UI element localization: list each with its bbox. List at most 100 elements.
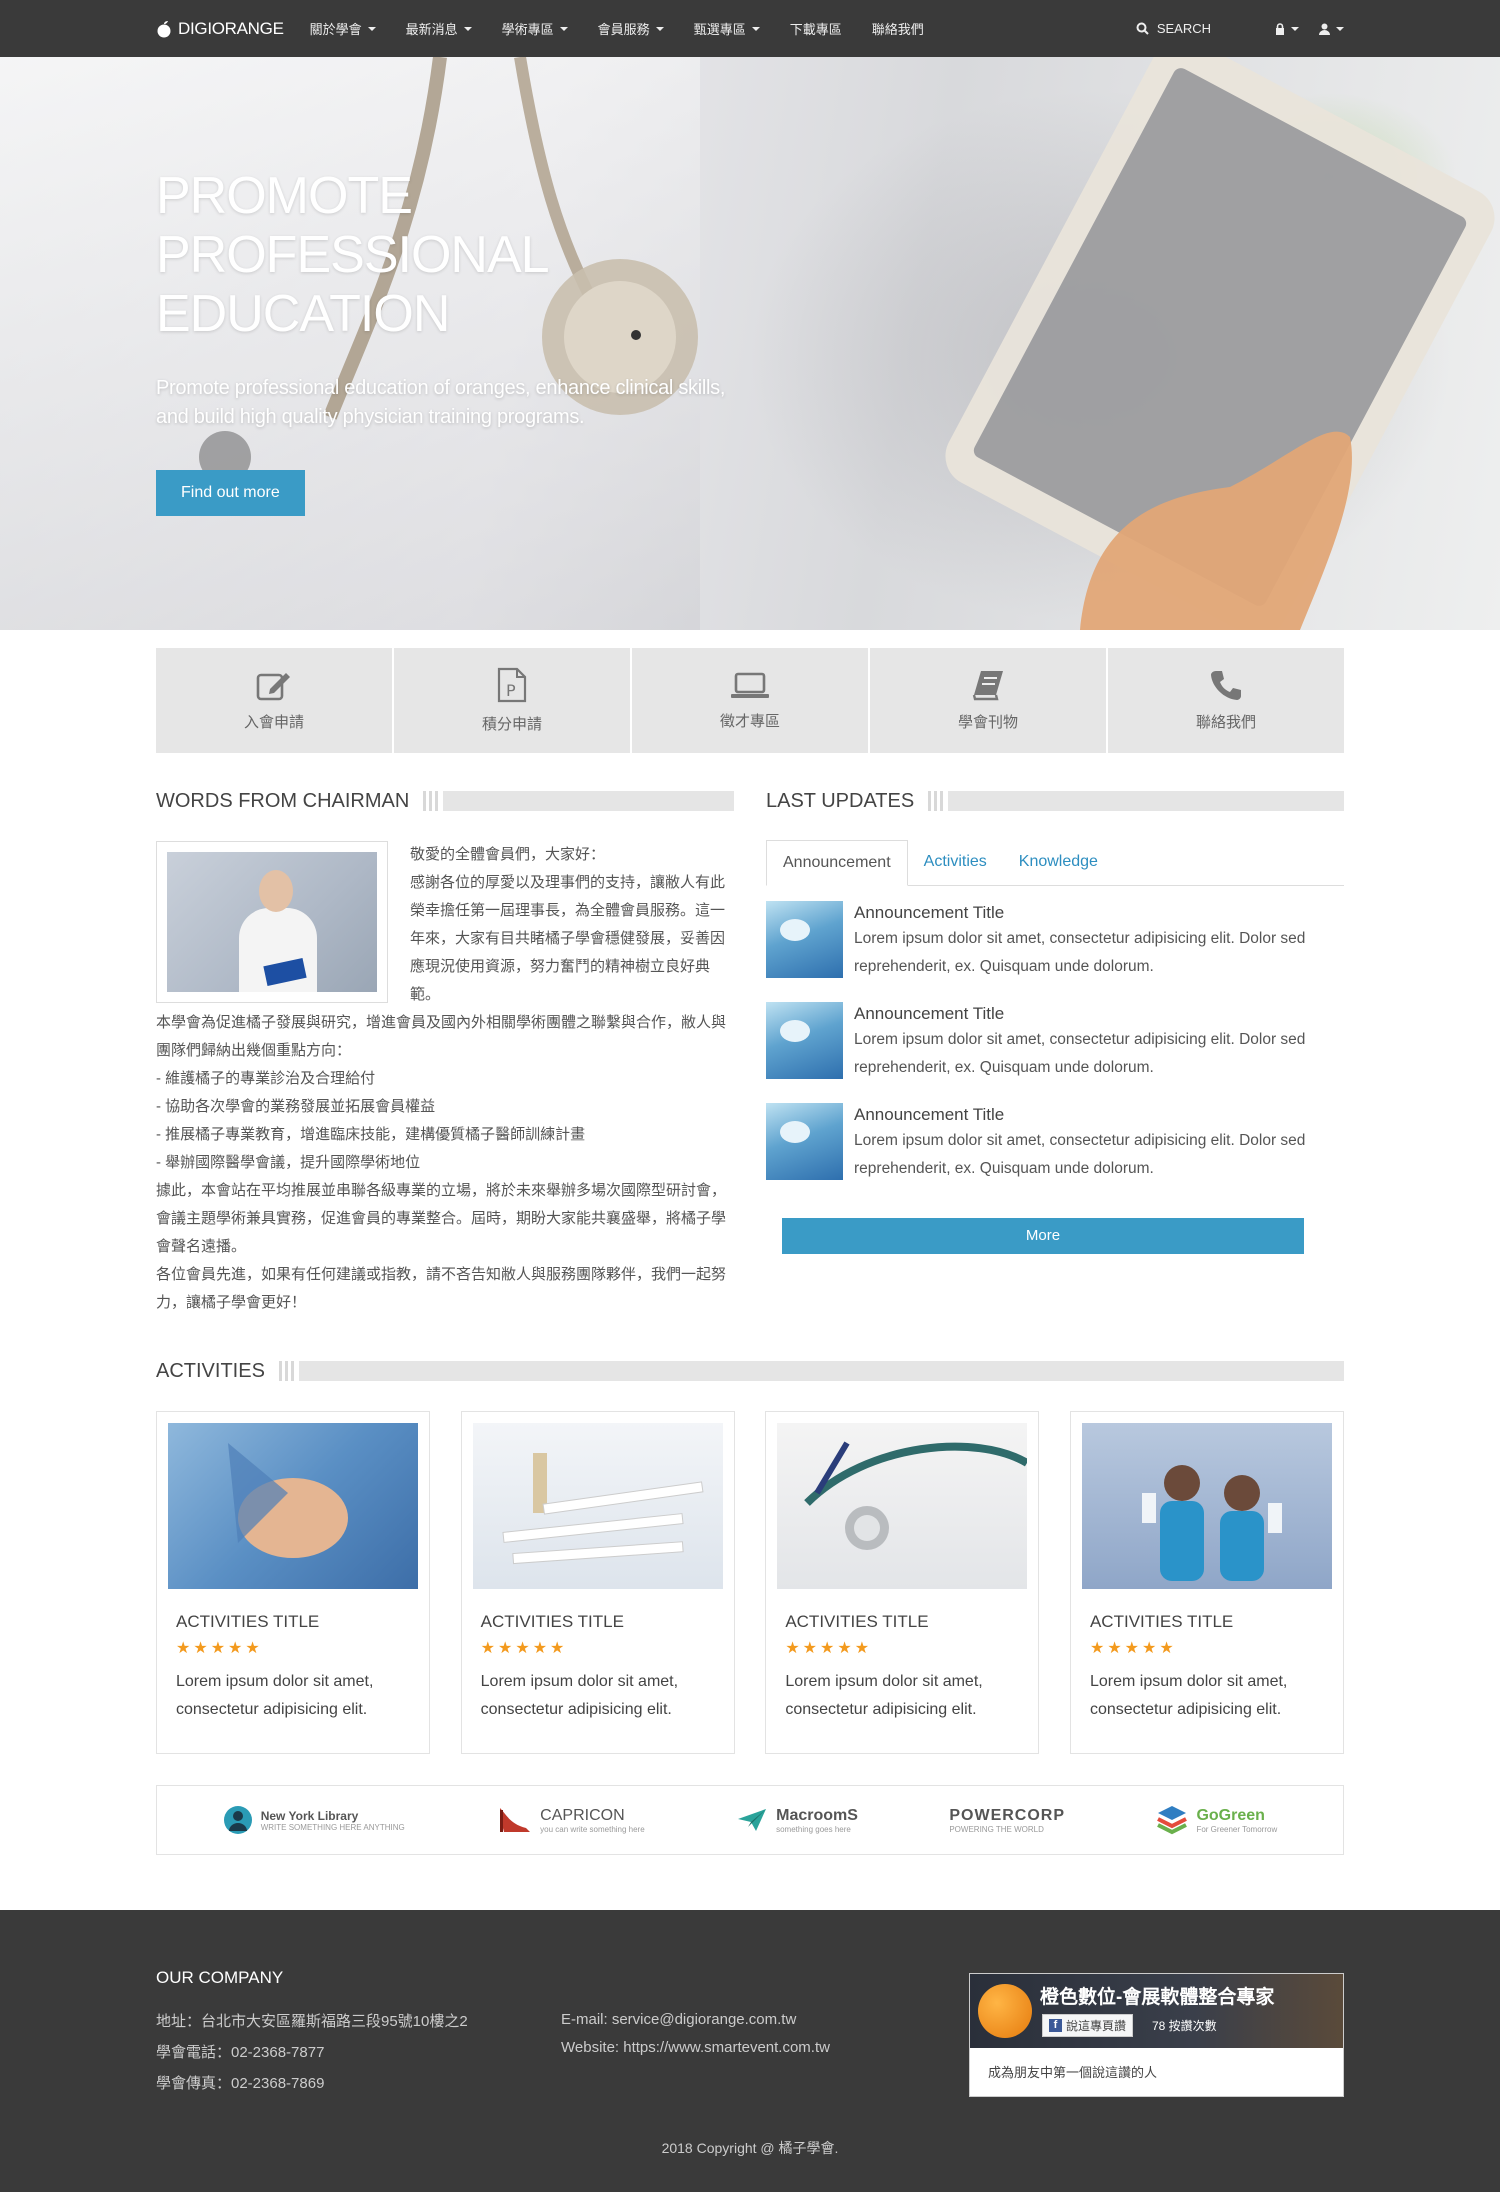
facebook-like-button[interactable]: f 說這專頁讚 <box>1042 2014 1134 2037</box>
user-menu-button[interactable] <box>1319 23 1344 35</box>
tab-announcement[interactable]: Announcement <box>766 840 908 886</box>
updates-tabs: Announcement Activities Knowledge <box>766 840 1344 886</box>
nav-item-academic[interactable]: 學術專區 <box>502 19 568 38</box>
lock-menu-button[interactable] <box>1275 22 1299 35</box>
section-title: WORDS FROM CHAIRMAN <box>156 789 410 812</box>
activity-card[interactable]: ACTIVITIES TITLE ★★★★★ Lorem ipsum dolor… <box>156 1411 430 1754</box>
tab-knowledge[interactable]: Knowledge <box>1003 840 1114 885</box>
nav-item-about[interactable]: 關於學會 <box>310 19 376 38</box>
sponsor-name: New York Library <box>260 1808 359 1823</box>
activity-card[interactable]: ACTIVITIES TITLE ★★★★★ Lorem ipsum dolor… <box>1069 1411 1344 1754</box>
activity-image <box>1081 1423 1332 1589</box>
footer-phone: 學會電話：02-2368-7877 <box>156 2044 325 2061</box>
chairman-section: WORDS FROM CHAIRMAN 敬愛的全體會員們，大家好： 感謝各位的厚… <box>156 789 734 1317</box>
sponsor-tagline: something goes here <box>776 1824 851 1834</box>
activity-card[interactable]: ACTIVITIES TITLE ★★★★★ Lorem ipsum dolor… <box>765 1411 1040 1754</box>
activity-text: Lorem ipsum dolor sit amet, consectetur … <box>785 1673 983 1718</box>
nav-item-label: 關於學會 <box>309 22 362 37</box>
document-p-icon: P <box>497 667 527 703</box>
quick-link-jobs[interactable]: 徵才專區 <box>632 648 870 753</box>
sponsor-name: GoGreen <box>1196 1806 1265 1824</box>
activity-text: Lorem ipsum dolor sit amet, consectetur … <box>480 1673 679 1718</box>
nav-item-contact[interactable]: 聯絡我們 <box>872 19 924 38</box>
nav-item-member-services[interactable]: 會員服務 <box>598 19 664 38</box>
sponsor-gogreen[interactable]: GoGreen For Greener Tomorrow <box>1156 1804 1277 1836</box>
caret-down-icon <box>367 26 376 31</box>
quick-link-membership[interactable]: 入會申請 <box>156 648 394 753</box>
chairman-bullet: - 推展橘子專業教育，增進臨床技能，建構優質橘子醫師訓練計畫 <box>156 1126 586 1143</box>
activity-title: ACTIVITIES TITLE <box>1089 1612 1234 1631</box>
nav-item-selection[interactable]: 甄選專區 <box>694 19 760 38</box>
list-item[interactable]: Announcement Title Lorem ipsum dolor sit… <box>766 1103 1344 1183</box>
sponsor-macrooms[interactable]: MacroomS something goes here <box>736 1807 858 1834</box>
activity-card[interactable]: ACTIVITIES TITLE ★★★★★ Lorem ipsum dolor… <box>460 1411 735 1754</box>
sponsor-tagline: For Greener Tomorrow <box>1196 1824 1278 1834</box>
list-item[interactable]: Announcement Title Lorem ipsum dolor sit… <box>766 901 1344 981</box>
caret-down-icon <box>1291 26 1299 31</box>
facebook-page-widget[interactable]: 橙色數位-會展軟體整合專家 f 說這專頁讚 78 按讚次數 成為朋友中第一個說這… <box>969 1973 1344 2097</box>
announcement-title[interactable]: Announcement Title <box>854 1103 1344 1127</box>
tab-activities[interactable]: Activities <box>908 840 1003 885</box>
caret-down-icon <box>1336 26 1344 31</box>
hero-content: PROMOTE PROFESSIONAL EDUCATION Promote p… <box>156 167 736 516</box>
sponsor-new-york-library[interactable]: New York Library WRITE SOMETHING HERE ANY… <box>223 1805 405 1835</box>
rating-stars: ★★★★★ <box>176 1640 263 1657</box>
activity-image <box>777 1423 1028 1589</box>
activity-text: Lorem ipsum dolor sit amet, consectetur … <box>1089 1673 1288 1718</box>
svg-text:P: P <box>506 681 516 700</box>
announcement-text: Lorem ipsum dolor sit amet, consectetur … <box>854 1132 1306 1177</box>
hero-title-line: PROFESSIONAL <box>156 226 550 284</box>
chairman-photo <box>156 841 388 1003</box>
hero-title-line: EDUCATION <box>156 285 450 343</box>
edit-icon <box>256 673 290 701</box>
sponsor-powercorp[interactable]: POWERCORP POWERING THE WORLD <box>949 1807 1065 1834</box>
footer-email[interactable]: E-mail: service@digiorange.com.tw <box>561 2006 830 2034</box>
quick-link-label: 聯絡我們 <box>1195 714 1256 731</box>
more-button[interactable]: More <box>782 1218 1304 1254</box>
announcement-text: Lorem ipsum dolor sit amet, consectetur … <box>854 930 1306 975</box>
announcement-title[interactable]: Announcement Title <box>854 901 1344 925</box>
footer-contact-block: E-mail: service@digiorange.com.tw Websit… <box>561 2006 830 2062</box>
list-item[interactable]: Announcement Title Lorem ipsum dolor sit… <box>766 1002 1344 1082</box>
footer-website[interactable]: Website: https://www.smartevent.com.tw <box>561 2034 830 2062</box>
chairman-paragraph: 各位會員先進，如果有任何建議或指教，請不吝告知敝人與服務團隊夥伴，我們一起努力，… <box>156 1266 727 1311</box>
nav-item-news[interactable]: 最新消息 <box>406 19 472 38</box>
top-navbar: DIGIORANGE 關於學會 最新消息 學術專區 會員服務 甄選專區 下載專區… <box>0 0 1500 57</box>
quick-link-publications[interactable]: 學會刊物 <box>870 648 1108 753</box>
find-out-more-button[interactable]: Find out more <box>156 470 305 516</box>
chairman-bullet: - 舉辦國際醫學會議，提升國際學術地位 <box>156 1154 421 1171</box>
sponsor-tagline: POWERING THE WORLD <box>949 1824 1044 1834</box>
activity-image <box>168 1423 418 1589</box>
nav-item-download[interactable]: 下載專區 <box>790 19 842 38</box>
section-divider <box>928 791 1344 811</box>
facebook-page-name[interactable]: 橙色數位-會展軟體整合專家 <box>1040 1982 1274 2009</box>
quick-link-contact[interactable]: 聯絡我們 <box>1108 648 1344 753</box>
nav-item-label: 下載專區 <box>789 22 842 37</box>
shoe-logo-icon <box>500 1808 531 1832</box>
hero-title-line: PROMOTE <box>156 167 413 225</box>
sponsor-capricon[interactable]: CAPRICON you can write something here <box>496 1804 645 1836</box>
section-divider <box>423 791 734 811</box>
nav-item-label: 甄選專區 <box>693 22 746 37</box>
phone-icon <box>1211 671 1241 700</box>
activity-text: Lorem ipsum dolor sit amet, consectetur … <box>176 1673 374 1718</box>
announcement-title[interactable]: Announcement Title <box>854 1002 1344 1026</box>
activity-image <box>472 1423 723 1589</box>
search-button[interactable]: SEARCH <box>1136 21 1211 36</box>
brand-logo[interactable]: DIGIORANGE <box>156 19 284 39</box>
sponsor-tagline: you can write something here <box>540 1824 645 1834</box>
paper-plane-logo-icon <box>738 1809 767 1831</box>
quick-link-label: 入會申請 <box>243 714 304 731</box>
section-divider <box>278 1361 1344 1381</box>
sponsor-logos: New York Library WRITE SOMETHING HERE ANY… <box>156 1785 1344 1855</box>
nav-item-label: 聯絡我們 <box>871 22 924 37</box>
sponsor-name: MacroomS <box>776 1806 858 1824</box>
chairman-bullet: - 協助各次學會的業務發展並拓展會員權益 <box>156 1098 436 1115</box>
book-icon <box>972 671 1003 701</box>
updates-section: LAST UPDATES Announcement Activities Kno… <box>766 789 1344 1317</box>
chairman-paragraph: 據此，本會站在平均推展並串聯各級專業的立場，將於未來舉辦多場次國際型研討會，會議… <box>156 1182 727 1255</box>
quick-link-credits[interactable]: P 積分申請 <box>394 648 632 753</box>
nav-item-label: 最新消息 <box>405 22 458 37</box>
announcement-list: Announcement Title Lorem ipsum dolor sit… <box>766 901 1344 1183</box>
user-icon <box>1319 23 1330 35</box>
